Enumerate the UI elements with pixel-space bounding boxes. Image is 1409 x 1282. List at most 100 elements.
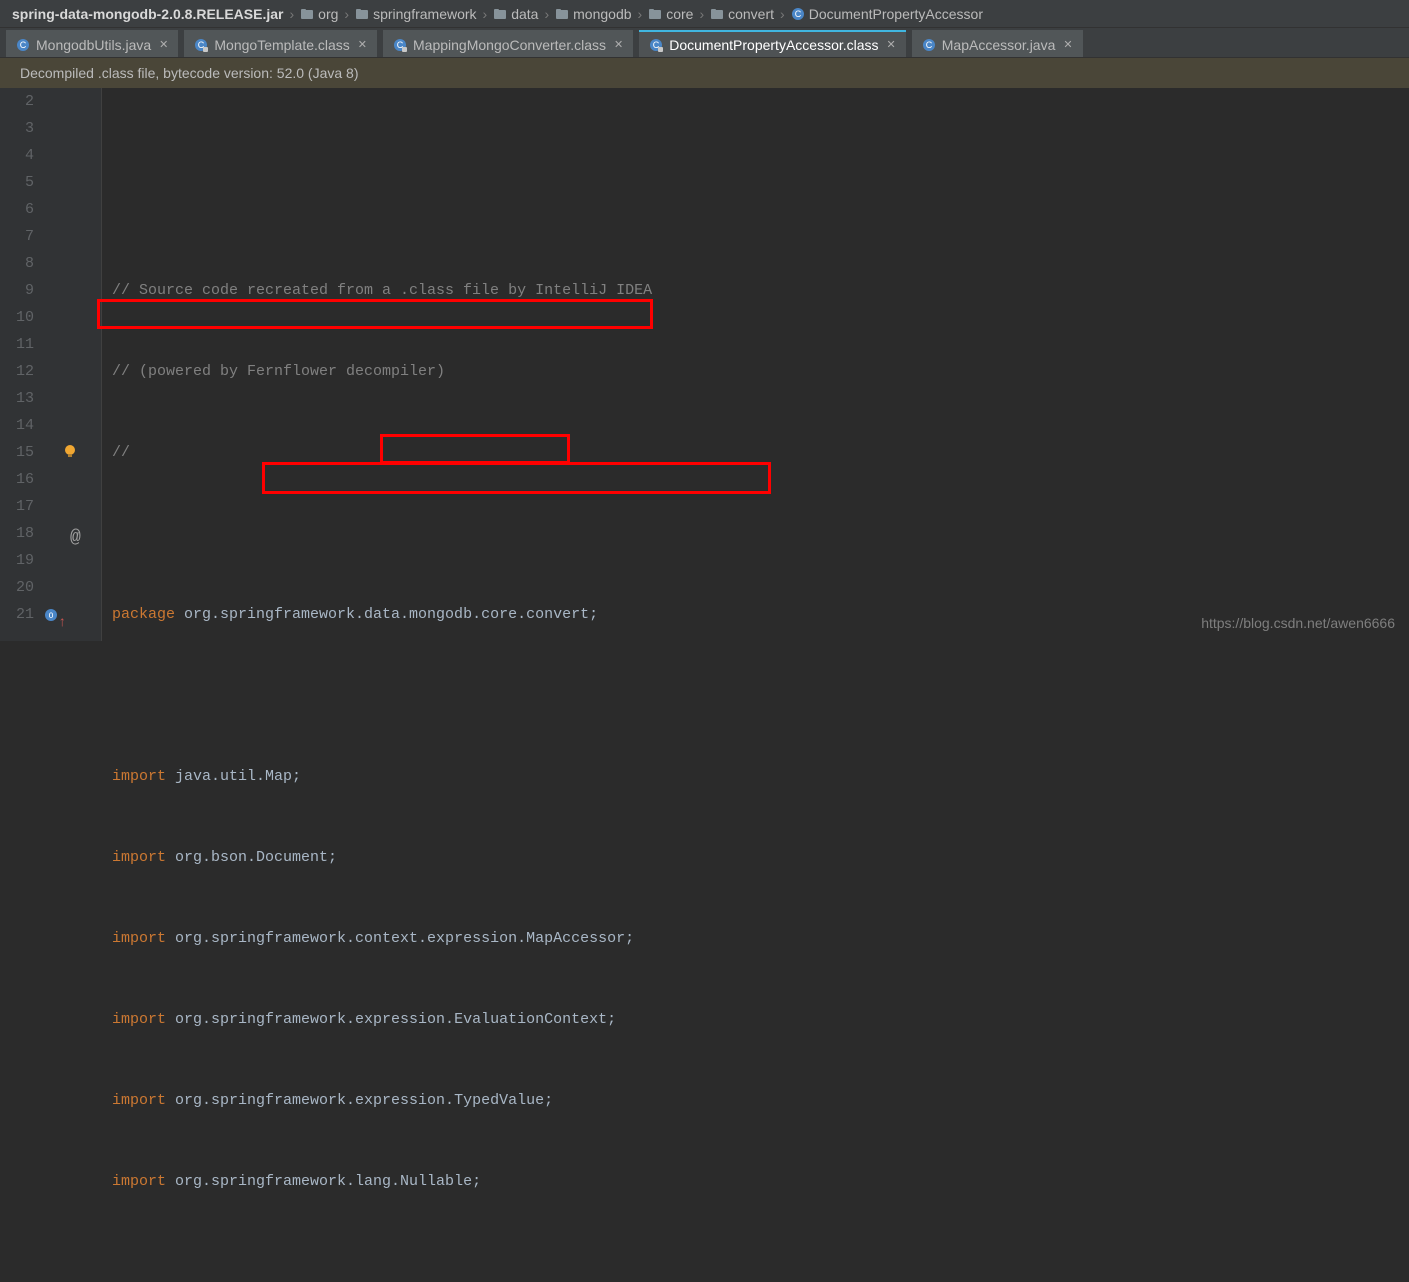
code-line: import org.springframework.expression.Ty… <box>112 1087 1409 1114</box>
code-line <box>112 520 1409 547</box>
tab-mongotemplate[interactable]: C MongoTemplate.class ✕ <box>184 30 377 57</box>
code-line <box>112 682 1409 709</box>
line-number: 21 <box>0 601 34 628</box>
line-number: 16 <box>0 466 34 493</box>
code-line <box>112 1249 1409 1276</box>
line-number: 2 <box>0 88 34 115</box>
folder-icon <box>555 7 569 21</box>
svg-text:C: C <box>926 40 933 50</box>
close-icon[interactable]: ✕ <box>358 38 367 51</box>
breadcrumb-label: data <box>511 6 538 22</box>
line-number: 7 <box>0 223 34 250</box>
chevron-icon: › <box>697 6 706 22</box>
code-line: // Source code recreated from a .class f… <box>112 277 1409 304</box>
line-number: 15 <box>0 439 34 466</box>
close-icon[interactable]: ✕ <box>887 38 896 51</box>
chevron-icon: › <box>636 6 645 22</box>
decompiled-banner: Decompiled .class file, bytecode version… <box>0 58 1409 88</box>
line-number: 6 <box>0 196 34 223</box>
override-up-icon[interactable]: O <box>44 608 58 622</box>
code-line: import org.springframework.context.expre… <box>112 925 1409 952</box>
svg-text:C: C <box>794 9 801 19</box>
tab-label: MongoTemplate.class <box>214 37 349 53</box>
breadcrumb-jar[interactable]: spring-data-mongodb-2.0.8.RELEASE.jar <box>8 6 287 22</box>
line-number: 19 <box>0 547 34 574</box>
svg-text:C: C <box>20 40 27 50</box>
line-number: 11 <box>0 331 34 358</box>
line-number: 8 <box>0 250 34 277</box>
line-number: 20 <box>0 574 34 601</box>
highlight-instance-line <box>262 462 771 494</box>
breadcrumb-org[interactable]: org <box>296 6 342 22</box>
tab-label: MapAccessor.java <box>942 37 1056 53</box>
breadcrumb-data[interactable]: data <box>489 6 542 22</box>
breadcrumb-label: org <box>318 6 338 22</box>
close-icon[interactable]: ✕ <box>614 38 623 51</box>
chevron-icon: › <box>342 6 351 22</box>
breadcrumb-label: spring-data-mongodb-2.0.8.RELEASE.jar <box>12 6 283 22</box>
class-lock-icon: C <box>194 38 208 52</box>
chevron-icon: › <box>778 6 787 22</box>
class-lock-icon: C <box>649 38 663 52</box>
tab-bar: C MongodbUtils.java ✕ C MongoTemplate.cl… <box>0 28 1409 58</box>
bulb-icon[interactable] <box>62 443 78 459</box>
breadcrumb-class[interactable]: C DocumentPropertyAccessor <box>787 6 987 22</box>
line-number: 9 <box>0 277 34 304</box>
code-line: // (powered by Fernflower decompiler) <box>112 358 1409 385</box>
class-icon: C <box>16 38 30 52</box>
breadcrumb-label: convert <box>728 6 774 22</box>
svg-text:O: O <box>49 612 54 621</box>
chevron-icon: › <box>481 6 490 22</box>
tab-label: DocumentPropertyAccessor.class <box>669 37 878 53</box>
class-icon: C <box>922 38 936 52</box>
code-line: import org.bson.Document; <box>112 844 1409 871</box>
breadcrumb-convert[interactable]: convert <box>706 6 778 22</box>
folder-icon <box>710 7 724 21</box>
code-line: // <box>112 439 1409 466</box>
code-line: import org.springframework.lang.Nullable… <box>112 1168 1409 1195</box>
line-number: 17 <box>0 493 34 520</box>
line-number: 5 <box>0 169 34 196</box>
chevron-icon: › <box>287 6 296 22</box>
breadcrumb-core[interactable]: core <box>644 6 697 22</box>
breadcrumb-bar: spring-data-mongodb-2.0.8.RELEASE.jar › … <box>0 0 1409 28</box>
line-number: 18 <box>0 520 34 547</box>
close-icon[interactable]: ✕ <box>1063 38 1072 51</box>
override-at-icon[interactable]: @ <box>70 525 81 552</box>
code-editor[interactable]: 2 3 4 5 6 7 8 9 10 11 12 13 14 15 16 17 … <box>0 88 1409 641</box>
tab-mappingmongoconverter[interactable]: C MappingMongoConverter.class ✕ <box>383 30 633 57</box>
gutter-icon-strip: @ O ↑ <box>42 88 102 641</box>
line-number: 4 <box>0 142 34 169</box>
tab-mapaccessor[interactable]: C MapAccessor.java ✕ <box>912 30 1083 57</box>
folder-icon <box>493 7 507 21</box>
line-number: 14 <box>0 412 34 439</box>
class-lock-icon: C <box>393 38 407 52</box>
line-number: 10 <box>0 304 34 331</box>
close-icon[interactable]: ✕ <box>159 38 168 51</box>
tab-label: MappingMongoConverter.class <box>413 37 606 53</box>
line-number: 13 <box>0 385 34 412</box>
breadcrumb-mongodb[interactable]: mongodb <box>551 6 635 22</box>
banner-text: Decompiled .class file, bytecode version… <box>20 65 359 81</box>
breadcrumb-springframework[interactable]: springframework <box>351 6 480 22</box>
tab-documentpropertyaccessor[interactable]: C DocumentPropertyAccessor.class ✕ <box>639 30 906 57</box>
code-line: import java.util.Map; <box>112 763 1409 790</box>
line-number-gutter: 2 3 4 5 6 7 8 9 10 11 12 13 14 15 16 17 … <box>0 88 42 641</box>
class-icon: C <box>791 7 805 21</box>
line-number: 3 <box>0 115 34 142</box>
watermark-text: https://blog.csdn.net/awen6666 <box>1201 615 1395 631</box>
code-line: import org.springframework.expression.Ev… <box>112 1006 1409 1033</box>
line-number: 12 <box>0 358 34 385</box>
chevron-icon: › <box>542 6 551 22</box>
folder-icon <box>355 7 369 21</box>
folder-icon <box>300 7 314 21</box>
arrow-up-icon[interactable]: ↑ <box>58 610 66 637</box>
code-area[interactable]: // Source code recreated from a .class f… <box>102 88 1409 641</box>
breadcrumb-label: core <box>666 6 693 22</box>
tab-mongodbutils[interactable]: C MongodbUtils.java ✕ <box>6 30 178 57</box>
folder-icon <box>648 7 662 21</box>
tab-label: MongodbUtils.java <box>36 37 151 53</box>
breadcrumb-label: mongodb <box>573 6 631 22</box>
breadcrumb-label: DocumentPropertyAccessor <box>809 6 983 22</box>
breadcrumb-label: springframework <box>373 6 476 22</box>
